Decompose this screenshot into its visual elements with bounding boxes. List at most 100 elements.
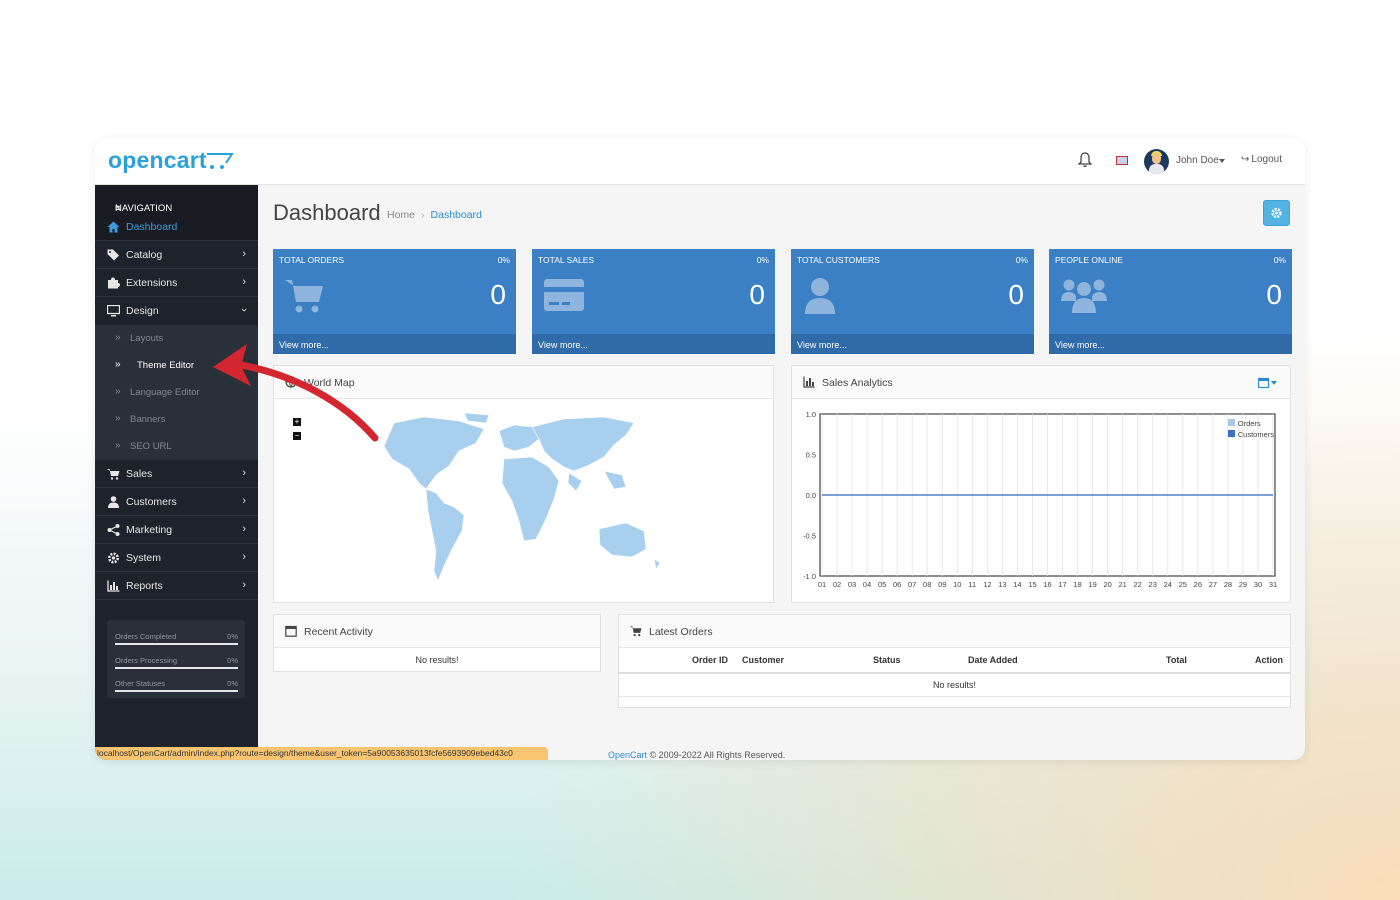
x-tick-label: 23: [1149, 580, 1157, 589]
x-tick-label: 10: [953, 580, 961, 589]
sidebar-item-sales[interactable]: Sales ›: [95, 460, 258, 488]
chevron-right-icon: ›: [242, 276, 246, 288]
x-tick-label: 30: [1254, 580, 1262, 589]
y-tick-label: -0.5: [803, 532, 816, 541]
sidebar-item-design[interactable]: Design ›: [95, 297, 258, 325]
panel-title: Latest Orders: [649, 626, 713, 638]
x-tick-label: 20: [1103, 580, 1111, 589]
avatar[interactable]: [1144, 149, 1169, 174]
panel-title: Sales Analytics: [822, 377, 893, 389]
x-tick-label: 06: [893, 580, 901, 589]
breadcrumb-home[interactable]: Home: [387, 209, 415, 221]
sidebar-subitem-language-editor[interactable]: » Language Editor: [95, 379, 258, 406]
sidebar-subitem-theme-editor[interactable]: » Theme Editor: [95, 352, 258, 379]
x-tick-label: 15: [1028, 580, 1036, 589]
zoom-in-button[interactable]: +: [293, 418, 301, 426]
sidebar-subitem-layouts[interactable]: » Layouts: [95, 325, 258, 352]
footer-link[interactable]: OpenCart: [608, 750, 647, 760]
page-title: Dashboard: [273, 200, 381, 225]
column-header[interactable]: Status: [873, 655, 901, 665]
tile-total-customers: TOTAL CUSTOMERS 0% 0 View more...: [791, 249, 1034, 354]
table-header: Order ID Customer Status Date Added Tota…: [619, 647, 1290, 674]
settings-button[interactable]: [1263, 200, 1290, 226]
x-tick-label: 21: [1118, 580, 1126, 589]
sidebar-item-extensions[interactable]: Extensions ›: [95, 269, 258, 297]
x-tick-label: 05: [878, 580, 886, 589]
y-tick-label: 1.0: [806, 410, 816, 419]
logout-icon: ↪: [1241, 154, 1250, 165]
bar-chart-icon: [803, 376, 815, 388]
x-tick-label: 19: [1088, 580, 1096, 589]
tag-icon: [107, 249, 119, 261]
x-tick-label: 12: [983, 580, 991, 589]
x-tick-label: 31: [1269, 580, 1277, 589]
chevron-right-icon: ›: [242, 467, 246, 479]
x-tick-label: 24: [1164, 580, 1172, 589]
tile-value: 0: [1008, 279, 1024, 310]
tile-total-orders: TOTAL ORDERS 0% 0 View more...: [273, 249, 516, 354]
sidebar-item-label: Catalog: [126, 249, 163, 261]
sidebar-item-dashboard[interactable]: Dashboard: [95, 213, 258, 241]
sidebar-item-label: Marketing: [126, 524, 173, 536]
logo-cart-icon: [207, 153, 234, 169]
x-tick-label: 03: [848, 580, 856, 589]
sidebar: ≡ NAVIGATION Dashboard Catalog › Extensi…: [95, 185, 258, 760]
sidebar-item-label: Sales: [126, 468, 153, 480]
user-name[interactable]: John Doe: [1176, 155, 1219, 166]
x-tick-label: 02: [833, 580, 841, 589]
zoom-out-button[interactable]: −: [293, 432, 301, 440]
column-header[interactable]: Order ID: [692, 655, 728, 665]
credit-card-icon: [544, 279, 584, 311]
sidebar-item-customers[interactable]: Customers ›: [95, 488, 258, 516]
x-tick-label: 22: [1134, 580, 1142, 589]
logout-link[interactable]: ↪ Logout: [1241, 154, 1282, 165]
sales-analytics-panel: Sales Analytics 1.0 0.5 0.0 -0.5 -1.0 01 02 03 0…: [791, 365, 1291, 603]
top-bar: opencart John Doe ↪ Logout: [95, 138, 1305, 185]
users-icon: [1061, 279, 1107, 313]
x-tick-label: 27: [1209, 580, 1217, 589]
breadcrumb: Home › Dashboard: [387, 209, 482, 221]
view-more-link[interactable]: View more...: [1049, 334, 1292, 354]
x-tick-label: 04: [863, 580, 871, 589]
world-map[interactable]: [364, 411, 674, 591]
browser-window: opencart John Doe ↪ Logout ≡ NAVIGATION D…: [95, 138, 1305, 760]
breadcrumb-separator: ›: [421, 209, 425, 221]
gear-icon: [1271, 207, 1282, 219]
nav-heading[interactable]: ≡ NAVIGATION: [95, 185, 258, 214]
chevron-down-icon[interactable]: [1219, 159, 1225, 163]
view-more-link[interactable]: View more...: [791, 334, 1034, 354]
view-more-link[interactable]: View more...: [532, 334, 775, 354]
cart-icon: [285, 280, 323, 313]
user-icon: [805, 278, 835, 314]
chevron-right-icon: ›: [242, 248, 246, 260]
breadcrumb-current[interactable]: Dashboard: [431, 209, 482, 221]
stat-orders-processing: Orders Processing 0%: [115, 656, 238, 669]
chevron-right-icon: ›: [242, 579, 246, 591]
view-more-link[interactable]: View more...: [273, 334, 516, 354]
x-tick-label: 16: [1043, 580, 1051, 589]
column-header[interactable]: Action: [1255, 655, 1283, 665]
column-header[interactable]: Total: [1166, 655, 1187, 665]
cart-icon: [630, 626, 642, 637]
sidebar-item-label: Reports: [126, 580, 163, 592]
column-header[interactable]: Customer: [742, 655, 784, 665]
column-header[interactable]: Date Added: [968, 655, 1018, 665]
language-flag-icon[interactable]: [1116, 156, 1128, 165]
opencart-logo[interactable]: opencart: [108, 147, 207, 174]
sidebar-subitem-banners[interactable]: » Banners: [95, 406, 258, 433]
double-chevron-icon: »: [115, 413, 121, 424]
bell-icon[interactable]: [1078, 152, 1092, 168]
stat-other-statuses: Other Statuses 0%: [115, 679, 238, 692]
empty-message: No results!: [415, 655, 459, 665]
sidebar-item-reports[interactable]: Reports ›: [95, 572, 258, 600]
sidebar-subitem-seo-url[interactable]: » SEO URL: [95, 433, 258, 460]
sidebar-item-catalog[interactable]: Catalog ›: [95, 241, 258, 269]
x-tick-label: 01: [818, 580, 826, 589]
calendar-dropdown-icon[interactable]: [1258, 377, 1278, 388]
calendar-icon: [285, 625, 297, 637]
sidebar-item-marketing[interactable]: Marketing ›: [95, 516, 258, 544]
x-tick-label: 11: [968, 580, 976, 589]
y-tick-label: -1.0: [803, 572, 816, 581]
status-bar-url: localhost/OpenCart/admin/index.php?route…: [95, 747, 548, 760]
sidebar-item-system[interactable]: System ›: [95, 544, 258, 572]
